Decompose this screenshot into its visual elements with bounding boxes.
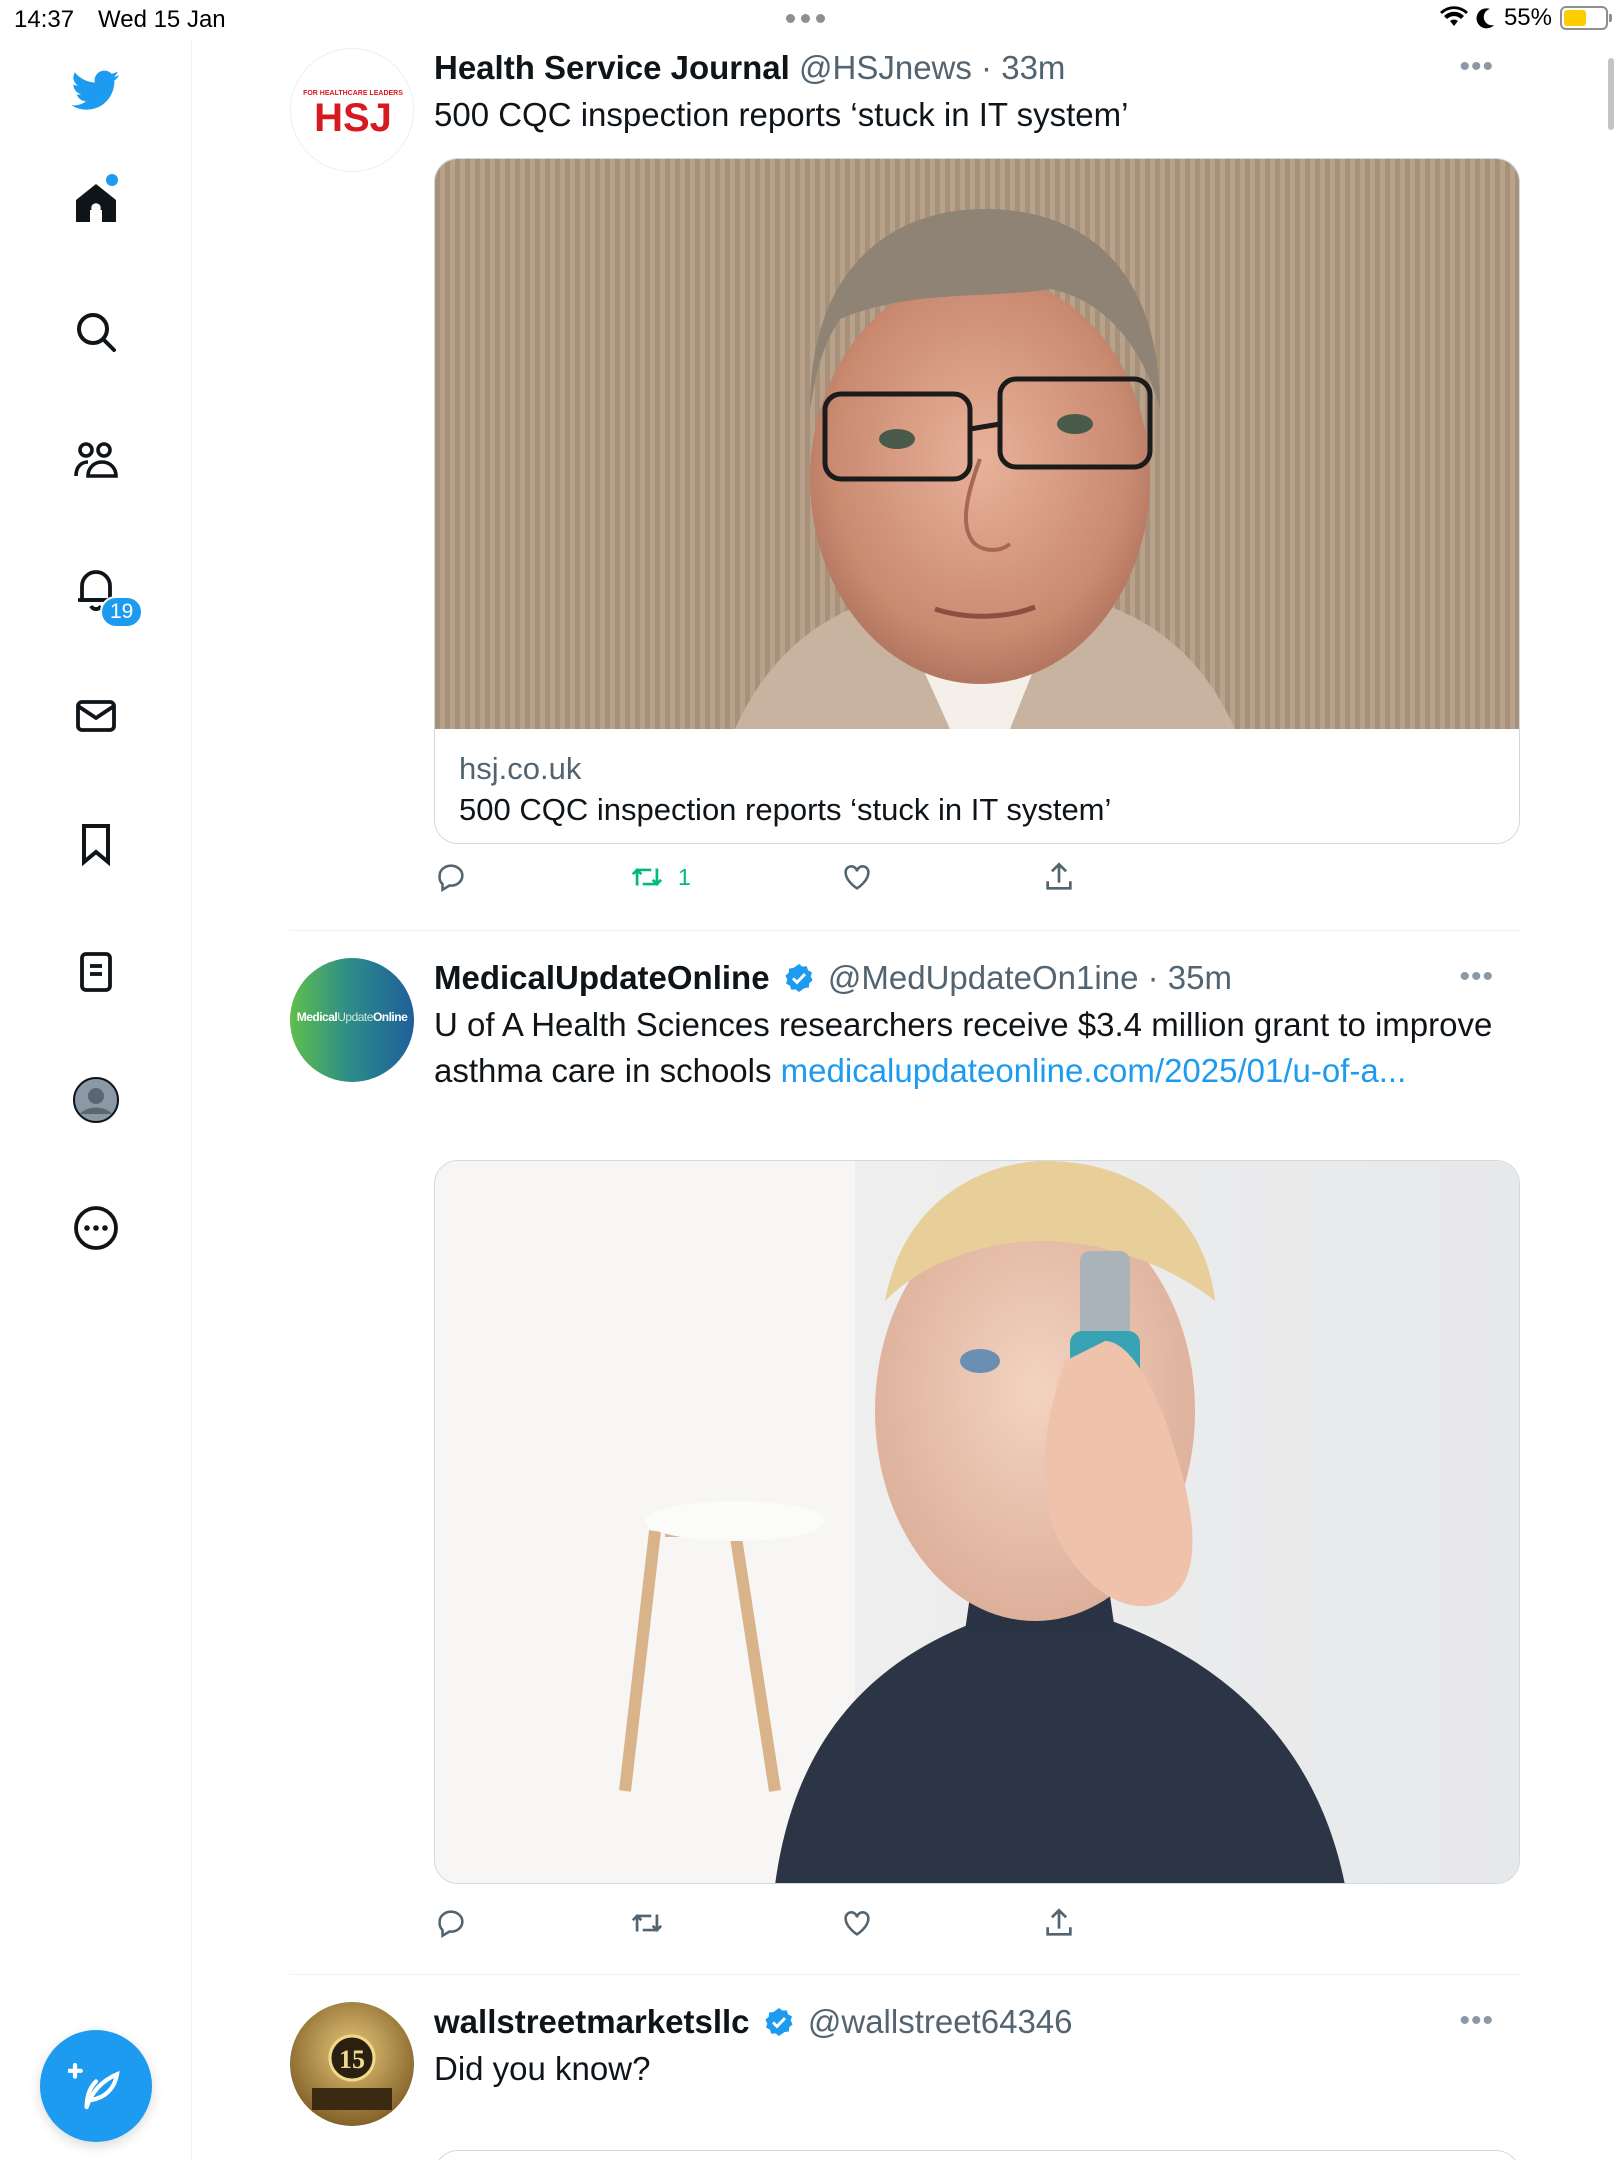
tweet-text: 500 CQC inspection reports ‘stuck in IT … xyxy=(434,96,1129,133)
tweet-medicalupdate[interactable]: MedicalUpdateOnline MedicalUpdateOnline … xyxy=(290,958,1520,1970)
battery-percent: 55% xyxy=(1503,4,1552,31)
card-footer: hsj.co.uk 500 CQC inspection reports ‘st… xyxy=(435,737,1519,843)
avatar-label-c: Online xyxy=(372,1010,408,1024)
retweet-icon xyxy=(631,1914,663,1932)
card-domain: hsj.co.uk xyxy=(459,751,582,786)
author-handle[interactable]: @HSJnews xyxy=(799,49,972,86)
avatar[interactable]: FOR HEALTHCARE LEADERS HSJ xyxy=(290,48,414,172)
tweet-divider xyxy=(290,930,1520,931)
author-handle[interactable]: @wallstreet64346 xyxy=(808,2003,1073,2040)
heart-icon xyxy=(844,865,870,890)
status-time: 14:37 xyxy=(14,6,75,33)
status-date: Wed 15 Jan xyxy=(98,6,226,33)
moon-icon xyxy=(1476,8,1494,29)
status-bar: 14:37 Wed 15 Jan 55% xyxy=(0,0,1620,40)
profile-icon xyxy=(73,1077,119,1123)
tweet-link[interactable]: medicalupdateonline.com/2025/01/u-of-a..… xyxy=(781,1052,1407,1089)
like-button[interactable] xyxy=(840,860,874,894)
mail-icon xyxy=(76,700,116,732)
tweet-hsj[interactable]: FOR HEALTHCARE LEADERS HSJ Health Servic… xyxy=(290,48,1520,928)
separator-dot: · xyxy=(971,49,1002,86)
communities-icon xyxy=(74,442,118,478)
tweet-time[interactable]: 33m xyxy=(1001,49,1065,86)
retweet-icon xyxy=(631,868,663,886)
avatar-wordmark: MedicalUpdateOnline xyxy=(294,1010,410,1024)
sidebar-item-more[interactable] xyxy=(66,1198,126,1258)
reply-icon xyxy=(438,864,464,893)
reply-icon xyxy=(438,1910,464,1939)
tweet-body: MedicalUpdateOnline @MedUpdateOn1ine · 3… xyxy=(434,958,1520,1094)
more-options-icon[interactable]: ••• xyxy=(1459,50,1494,84)
home-unread-dot xyxy=(106,174,118,186)
more-circle-icon xyxy=(74,1206,118,1250)
sidebar-item-communities[interactable] xyxy=(66,430,126,490)
share-icon xyxy=(1046,1908,1072,1936)
wifi-icon xyxy=(1439,6,1468,26)
link-card[interactable]: hsj.co.uk 500 CQC inspection reports ‘st… xyxy=(434,158,1520,844)
tweet-body: wallstreetmarketsllc @wallstreet64346 ••… xyxy=(434,2002,1520,2092)
scrollbar[interactable] xyxy=(1608,58,1614,130)
avatar-label: HSJ xyxy=(314,96,392,140)
card-title: 500 CQC inspection reports ‘stuck in IT … xyxy=(459,792,1112,827)
author-handle[interactable]: @MedUpdateOn1ine xyxy=(828,959,1139,996)
reply-button[interactable] xyxy=(434,1906,468,1940)
card-image xyxy=(435,159,1519,729)
tweet-text: U of A Health Sciences researchers recei… xyxy=(434,1002,1520,1094)
retweet-count: 1 xyxy=(678,863,691,890)
tweet-body: Health Service Journal @HSJnews · 33m ••… xyxy=(434,48,1520,138)
status-right: 55% xyxy=(1439,4,1612,32)
avatar-label: 15 xyxy=(339,2045,365,2074)
tweet-actions: 1 xyxy=(434,860,1134,900)
compose-tweet-button[interactable] xyxy=(40,2030,152,2142)
author-name[interactable]: Health Service Journal xyxy=(434,49,790,86)
tweet-header: Health Service Journal @HSJnews · 33m xyxy=(434,48,1520,88)
verified-badge-icon xyxy=(785,964,813,992)
anniversary-badge-icon: 15 xyxy=(312,2034,392,2110)
lists-icon xyxy=(80,952,112,992)
share-button[interactable] xyxy=(1042,860,1076,894)
multitasking-dots-icon[interactable] xyxy=(786,14,825,23)
sidebar-nav: 19 xyxy=(0,40,192,2160)
avatar[interactable]: MedicalUpdateOnline xyxy=(290,958,414,1082)
media-card[interactable] xyxy=(434,2150,1520,2160)
retweet-button[interactable]: 1 xyxy=(630,860,691,894)
sidebar-item-messages[interactable] xyxy=(66,686,126,746)
retweet-button[interactable] xyxy=(630,1906,664,1940)
heart-icon xyxy=(844,1911,870,1936)
twitter-logo-icon[interactable] xyxy=(66,60,126,120)
bookmark-icon xyxy=(82,824,110,867)
media-card[interactable] xyxy=(434,1160,1520,1884)
sidebar-item-profile[interactable] xyxy=(66,1070,126,1130)
battery-icon xyxy=(1560,6,1612,30)
share-button[interactable] xyxy=(1042,1906,1076,1940)
verified-badge-icon xyxy=(765,2008,793,2036)
more-options-icon[interactable]: ••• xyxy=(1459,2004,1494,2038)
notification-count-badge: 19 xyxy=(100,596,144,628)
compose-feather-icon xyxy=(68,2062,120,2110)
reply-button[interactable] xyxy=(434,860,468,894)
tweet-time[interactable]: 35m xyxy=(1168,959,1232,996)
home-icon xyxy=(76,184,116,222)
sidebar-item-explore[interactable] xyxy=(66,302,126,362)
tweet-header: wallstreetmarketsllc @wallstreet64346 xyxy=(434,2002,1520,2042)
avatar-label-a: Medical xyxy=(296,1010,338,1024)
tweet-actions xyxy=(434,1906,1134,1946)
more-options-icon[interactable]: ••• xyxy=(1459,960,1494,994)
tweet-wallstreet[interactable]: 15 wallstreetmarketsllc @wallstreet64346… xyxy=(290,2002,1520,2160)
search-icon xyxy=(77,313,116,352)
tweet-header: MedicalUpdateOnline @MedUpdateOn1ine · 3… xyxy=(434,958,1520,998)
author-name[interactable]: wallstreetmarketsllc xyxy=(434,2003,750,2040)
sidebar-item-bookmarks[interactable] xyxy=(66,814,126,874)
avatar[interactable]: 15 xyxy=(290,2002,414,2126)
hsj-logo-icon: FOR HEALTHCARE LEADERS HSJ xyxy=(303,90,403,140)
card-image xyxy=(435,1161,1519,1883)
share-icon xyxy=(1046,862,1072,890)
separator-dot: · xyxy=(1138,959,1168,996)
avatar-label-b: Update xyxy=(337,1010,373,1024)
like-button[interactable] xyxy=(840,1906,874,1940)
sidebar-item-lists[interactable] xyxy=(66,942,126,1002)
tweet-text: Did you know? xyxy=(434,2050,651,2087)
author-name[interactable]: MedicalUpdateOnline xyxy=(434,959,770,996)
tweet-divider xyxy=(290,1974,1520,1975)
